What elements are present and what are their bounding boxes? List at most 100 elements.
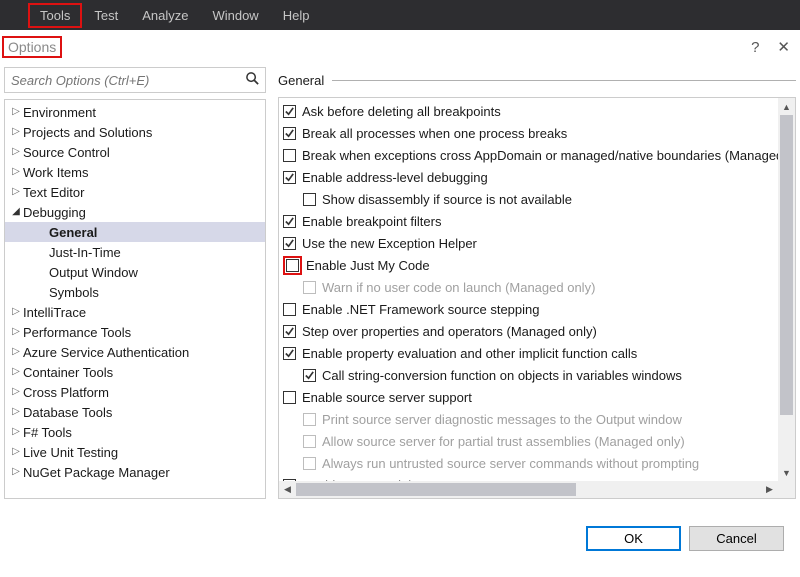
vscroll-track[interactable] xyxy=(778,115,795,464)
checkbox[interactable] xyxy=(283,215,296,228)
checkbox xyxy=(303,457,316,470)
chevron-right-icon[interactable]: ▷ xyxy=(9,187,23,197)
chevron-right-icon[interactable]: ▷ xyxy=(9,347,23,357)
chevron-right-icon[interactable]: ▷ xyxy=(9,407,23,417)
tree-item[interactable]: ▷NuGet Package Manager xyxy=(5,462,265,482)
tree-item[interactable]: ▷Performance Tools xyxy=(5,322,265,342)
option-label: Always run untrusted source server comma… xyxy=(322,456,699,471)
search-wrap xyxy=(4,67,266,93)
help-icon[interactable]: ? xyxy=(751,39,759,56)
tree-item[interactable]: ▷Text Editor xyxy=(5,182,265,202)
option-row[interactable]: Break all processes when one process bre… xyxy=(283,122,795,144)
menu-item-help[interactable]: Help xyxy=(271,3,322,28)
checkbox[interactable] xyxy=(303,369,316,382)
option-row[interactable]: Enable breakpoint filters xyxy=(283,210,795,232)
menu-item-window[interactable]: Window xyxy=(200,3,270,28)
tree-item-label: Output Window xyxy=(49,265,138,280)
option-row[interactable]: Enable .NET Framework source stepping xyxy=(283,298,795,320)
tree-item[interactable]: General xyxy=(5,222,265,242)
scroll-left-icon[interactable]: ◀ xyxy=(279,481,296,498)
tree-item-label: Live Unit Testing xyxy=(23,445,118,460)
dialog-titlebar: Options ? ✕ xyxy=(0,30,800,64)
chevron-right-icon[interactable]: ▷ xyxy=(9,327,23,337)
vscroll-thumb[interactable] xyxy=(780,115,793,415)
menu-item-analyze[interactable]: Analyze xyxy=(130,3,200,28)
checkbox xyxy=(303,435,316,448)
tree-item[interactable]: ◢Debugging xyxy=(5,202,265,222)
chevron-right-icon[interactable]: ▷ xyxy=(9,387,23,397)
checkbox[interactable] xyxy=(283,171,296,184)
option-row[interactable]: Step over properties and operators (Mana… xyxy=(283,320,795,342)
search-icon[interactable] xyxy=(245,71,260,89)
scroll-right-icon[interactable]: ▶ xyxy=(761,481,778,498)
options-list[interactable]: Ask before deleting all breakpointsBreak… xyxy=(279,98,795,498)
option-label: Enable .NET Framework source stepping xyxy=(302,302,539,317)
scroll-up-icon[interactable]: ▲ xyxy=(778,98,795,115)
hscroll-track[interactable] xyxy=(296,481,761,498)
category-tree[interactable]: ▷Environment▷Projects and Solutions▷Sour… xyxy=(4,99,266,499)
option-row[interactable]: Enable property evaluation and other imp… xyxy=(283,342,795,364)
tree-item-label: Debugging xyxy=(23,205,86,220)
tree-item[interactable]: ▷Database Tools xyxy=(5,402,265,422)
hscroll-thumb[interactable] xyxy=(296,483,576,496)
chevron-right-icon[interactable]: ▷ xyxy=(9,447,23,457)
tree-item[interactable]: ▷Cross Platform xyxy=(5,382,265,402)
tree-item-label: Cross Platform xyxy=(23,385,109,400)
checkbox[interactable] xyxy=(283,105,296,118)
tree-item-label: Performance Tools xyxy=(23,325,131,340)
checkbox xyxy=(303,413,316,426)
tree-item-label: Symbols xyxy=(49,285,99,300)
tree-item-label: Projects and Solutions xyxy=(23,125,152,140)
tree-item[interactable]: Just-In-Time xyxy=(5,242,265,262)
option-row[interactable]: Enable source server support xyxy=(283,386,795,408)
option-row[interactable]: Enable address-level debugging xyxy=(283,166,795,188)
chevron-right-icon[interactable]: ▷ xyxy=(9,307,23,317)
option-row[interactable]: Ask before deleting all breakpoints xyxy=(283,100,795,122)
checkbox[interactable] xyxy=(283,303,296,316)
tree-item[interactable]: ▷Live Unit Testing xyxy=(5,442,265,462)
menu-item-test[interactable]: Test xyxy=(82,3,130,28)
chevron-right-icon[interactable]: ▷ xyxy=(9,427,23,437)
checkbox[interactable] xyxy=(303,193,316,206)
ok-button[interactable]: OK xyxy=(586,526,681,551)
tree-item[interactable]: ▷Container Tools xyxy=(5,362,265,382)
scroll-corner xyxy=(778,481,795,498)
tree-item[interactable]: ▷Azure Service Authentication xyxy=(5,342,265,362)
chevron-right-icon[interactable]: ▷ xyxy=(9,167,23,177)
option-row[interactable]: Use the new Exception Helper xyxy=(283,232,795,254)
tree-item[interactable]: ▷IntelliTrace xyxy=(5,302,265,322)
checkbox[interactable] xyxy=(283,391,296,404)
option-row[interactable]: Break when exceptions cross AppDomain or… xyxy=(283,144,795,166)
vertical-scrollbar[interactable]: ▲ ▼ xyxy=(778,98,795,481)
cancel-button[interactable]: Cancel xyxy=(689,526,784,551)
chevron-down-icon[interactable]: ◢ xyxy=(9,207,23,217)
checkbox[interactable] xyxy=(283,127,296,140)
section-header: General xyxy=(278,67,796,93)
tree-item[interactable]: ▷F# Tools xyxy=(5,422,265,442)
checkbox[interactable] xyxy=(283,237,296,250)
tree-item[interactable]: ▷Environment xyxy=(5,102,265,122)
tree-item[interactable]: ▷Source Control xyxy=(5,142,265,162)
chevron-right-icon[interactable]: ▷ xyxy=(9,127,23,137)
option-row[interactable]: Show disassembly if source is not availa… xyxy=(283,188,795,210)
horizontal-scrollbar[interactable]: ◀ ▶ xyxy=(279,481,778,498)
option-row[interactable]: Call string-conversion function on objec… xyxy=(283,364,795,386)
tree-item[interactable]: ▷Projects and Solutions xyxy=(5,122,265,142)
option-row[interactable]: Enable Just My Code xyxy=(283,254,795,276)
close-icon[interactable]: ✕ xyxy=(777,38,790,56)
chevron-right-icon[interactable]: ▷ xyxy=(9,107,23,117)
search-input[interactable] xyxy=(4,67,266,93)
checkbox[interactable] xyxy=(283,347,296,360)
tree-item[interactable]: Symbols xyxy=(5,282,265,302)
tree-item[interactable]: ▷Work Items xyxy=(5,162,265,182)
checkbox[interactable] xyxy=(286,259,299,272)
tree-item[interactable]: Output Window xyxy=(5,262,265,282)
checkbox[interactable] xyxy=(283,325,296,338)
tree-item-label: Azure Service Authentication xyxy=(23,345,189,360)
menu-item-tools[interactable]: Tools xyxy=(28,3,82,28)
chevron-right-icon[interactable]: ▷ xyxy=(9,367,23,377)
chevron-right-icon[interactable]: ▷ xyxy=(9,467,23,477)
chevron-right-icon[interactable]: ▷ xyxy=(9,147,23,157)
scroll-down-icon[interactable]: ▼ xyxy=(778,464,795,481)
checkbox[interactable] xyxy=(283,149,296,162)
